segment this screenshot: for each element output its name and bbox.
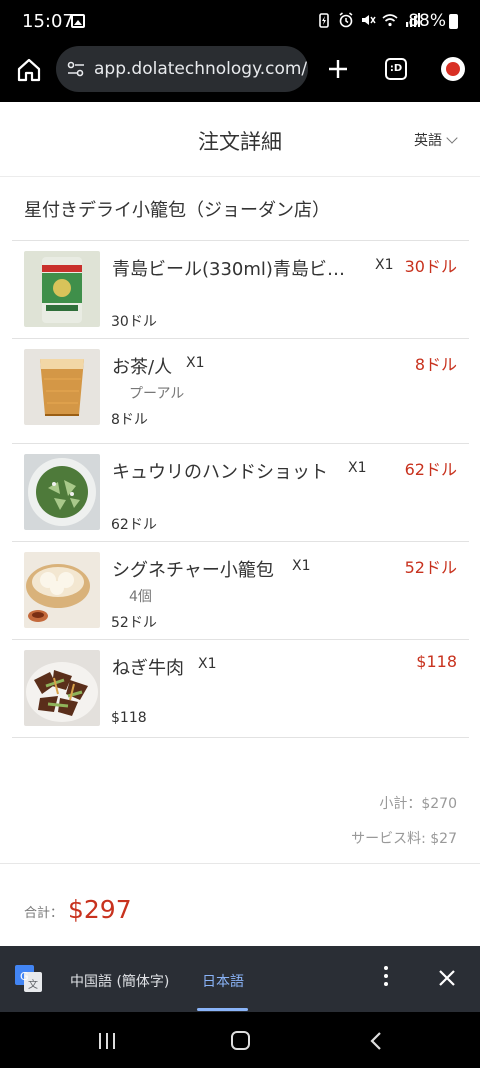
item-quantity: X1 xyxy=(292,558,311,574)
screen: 15:07 88% app.dolatechnology.com/cu:D 注… xyxy=(0,0,480,1068)
total-label: 合計： xyxy=(24,906,64,921)
item-quantity: X1 xyxy=(186,355,205,371)
item-name: シグネチャー小籠包 xyxy=(112,560,274,581)
translate-bar: G文 中国語 (簡体字) 日本語 xyxy=(0,946,480,1012)
divider xyxy=(12,737,469,738)
item-unit-price: 62ドル xyxy=(111,517,157,533)
chevron-down-icon xyxy=(446,132,458,144)
item-price: $118 xyxy=(416,652,457,671)
address-bar[interactable]: app.dolatechnology.com/cu xyxy=(56,46,308,92)
home-button-icon[interactable] xyxy=(231,1031,250,1050)
wifi-icon xyxy=(382,12,398,28)
item-image-xiaolongbao xyxy=(24,552,100,628)
order-item: キュウリのハンドショット X1 62ドル 62ドル xyxy=(12,444,469,542)
translate-source-language-tab[interactable]: 中国語 (簡体字) xyxy=(70,971,169,991)
mute-icon xyxy=(360,12,376,28)
item-price: 30ドル xyxy=(404,257,457,276)
svg-text:文: 文 xyxy=(28,978,38,991)
close-icon[interactable] xyxy=(437,968,457,988)
item-option: プーアル xyxy=(129,386,185,402)
item-name: 青島ビール(330ml)青島ビール xyxy=(112,259,362,280)
item-quantity: X1 xyxy=(348,460,367,476)
service-fee: サービス料: $27 xyxy=(351,831,457,847)
status-icons xyxy=(316,12,420,28)
restaurant-name: 星付きデライ小籠包（ジョーダン店） xyxy=(24,200,330,221)
page-title: 注文詳細 xyxy=(198,130,282,154)
tab-switcher-icon[interactable]: :D xyxy=(385,58,407,80)
battery-icon xyxy=(449,14,458,29)
language-select[interactable]: 英語 xyxy=(414,130,458,150)
active-tab-indicator xyxy=(197,1008,248,1011)
total-value: $297 xyxy=(68,895,132,924)
url-text[interactable]: app.dolatechnology.com/cu xyxy=(94,59,308,79)
item-name: キュウリのハンドショット xyxy=(112,462,328,483)
translate-target-language-tab[interactable]: 日本語 xyxy=(202,971,244,991)
item-image-tea xyxy=(24,349,100,425)
status-bar: 15:07 88% xyxy=(0,0,480,44)
language-select-label: 英語 xyxy=(414,133,442,149)
item-price: 8ドル xyxy=(414,355,457,374)
order-item: シグネチャー小籠包 X1 52ドル 4個 52ドル xyxy=(12,542,469,640)
item-price: 52ドル xyxy=(404,558,457,577)
home-icon[interactable] xyxy=(16,57,42,83)
gallery-notification-icon xyxy=(71,14,85,28)
profile-icon[interactable] xyxy=(441,57,465,81)
item-quantity: X1 xyxy=(198,656,217,672)
order-item: ねぎ牛肉 X1 $118 $118 xyxy=(12,640,469,738)
item-unit-price: 8ドル xyxy=(111,412,148,428)
item-option: 4個 xyxy=(129,589,152,605)
browser-toolbar: app.dolatechnology.com/cu :D xyxy=(0,44,480,102)
battery-percent: 88% xyxy=(408,11,446,31)
item-image-cucumber xyxy=(24,454,100,530)
item-unit-price: 52ドル xyxy=(111,615,157,631)
item-name: ねぎ牛肉 xyxy=(112,658,184,679)
item-price: 62ドル xyxy=(404,460,457,479)
more-options-icon[interactable] xyxy=(383,966,389,988)
item-name: お茶/人 xyxy=(112,357,173,378)
alarm-icon xyxy=(338,12,354,28)
subtotal: 小計：$270 xyxy=(379,796,457,812)
status-time: 15:07 xyxy=(22,11,74,32)
order-item: お茶/人 X1 8ドル プーアル 8ドル xyxy=(12,339,469,437)
page-header: 注文詳細 英語 xyxy=(0,102,480,177)
item-quantity: X1 xyxy=(375,257,394,273)
site-settings-icon[interactable] xyxy=(66,59,86,79)
order-item: 青島ビール(330ml)青島ビール X1 30ドル 30ドル xyxy=(12,241,469,339)
item-image-scallion-beef xyxy=(24,650,100,726)
back-icon[interactable] xyxy=(369,1031,383,1051)
item-unit-price: 30ドル xyxy=(111,314,157,330)
battery-saver-icon xyxy=(316,12,332,28)
divider xyxy=(0,863,480,864)
system-nav-bar xyxy=(0,1012,480,1068)
recent-apps-icon[interactable] xyxy=(97,1032,117,1050)
new-tab-icon[interactable] xyxy=(326,57,350,81)
google-translate-icon[interactable]: G文 xyxy=(15,965,42,992)
item-unit-price: $118 xyxy=(111,710,147,726)
item-image-beer xyxy=(24,251,100,327)
